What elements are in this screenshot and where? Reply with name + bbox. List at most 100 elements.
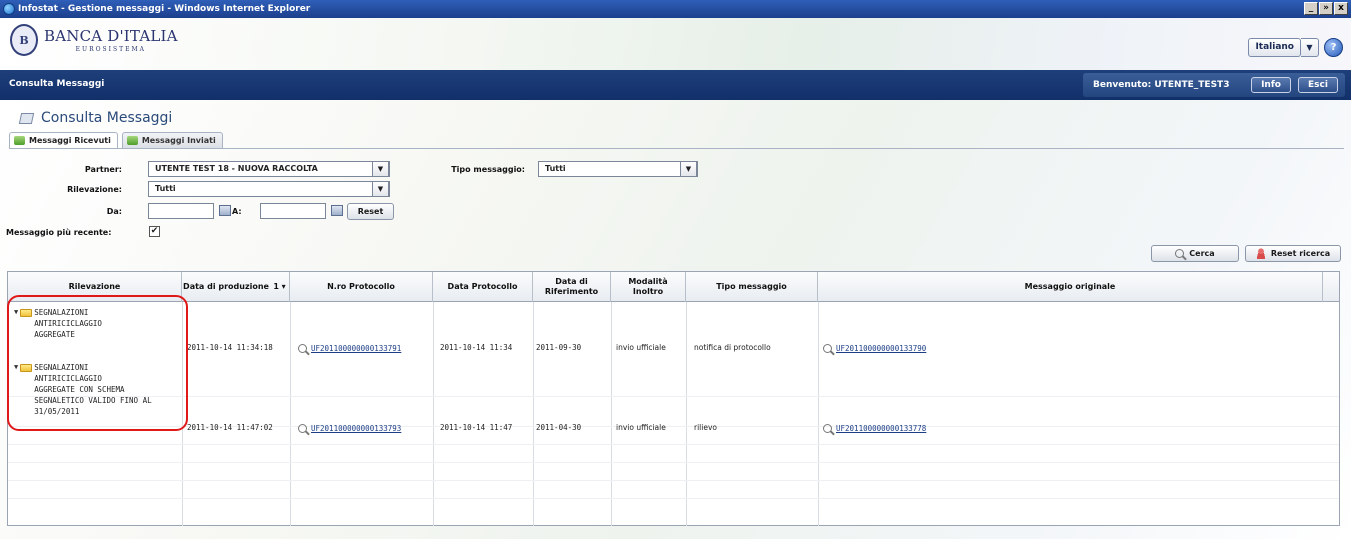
bank-logo[interactable]: B BANCA D'ITALIA EUROSISTEMA (10, 24, 178, 56)
messages-table: Rilevazione Data di produzione 1 ▾ N.ro … (7, 271, 1340, 526)
ie-icon (3, 3, 15, 15)
bank-seal-icon: B (10, 24, 38, 56)
language-value: Italiano (1248, 38, 1301, 57)
exit-button[interactable]: Esci (1298, 77, 1338, 93)
user-reset-icon (1255, 248, 1266, 259)
tab-messaggi-ricevuti[interactable]: Messaggi Ricevuti (9, 132, 118, 148)
originale-link[interactable]: UF201100000000133778 (823, 424, 926, 433)
nav-title: Consulta Messaggi (9, 79, 105, 89)
brand-subtitle: EUROSISTEMA (75, 45, 146, 53)
row-divider (8, 396, 1339, 397)
user-box: Benvenuto: UTENTE_TEST3 Info Esci (1083, 73, 1345, 97)
chevron-down-icon[interactable]: ▼ (372, 181, 389, 197)
recent-message-label: Messaggio più recente: (6, 228, 112, 237)
search-icon (298, 344, 307, 353)
tab-label: Messaggi Inviati (141, 135, 216, 145)
search-icon (823, 424, 832, 433)
search-icon (1175, 249, 1185, 258)
search-button[interactable]: Cerca (1151, 245, 1239, 262)
da-date-input[interactable] (148, 203, 214, 219)
column-divider (818, 302, 819, 526)
column-divider (433, 302, 434, 526)
calendar-icon[interactable] (219, 205, 231, 216)
info-button[interactable]: Info (1251, 77, 1291, 93)
nav-bar: Consulta Messaggi Benvenuto: UTENTE_TEST… (0, 70, 1351, 100)
inbox-icon (14, 136, 25, 145)
column-header-modalita[interactable]: Modalità Inoltro (611, 272, 686, 302)
row-divider (8, 498, 1339, 499)
tipo-messaggio-select[interactable]: Tutti ▼ (538, 161, 698, 177)
tipo-cell: rilievo (694, 423, 717, 432)
window-title: Infostat - Gestione messaggi - Windows I… (18, 4, 311, 14)
column-header-tipo[interactable]: Tipo messaggio (686, 272, 818, 302)
tipo-cell: notifica di protocollo (694, 343, 771, 352)
originale-text: UF201100000000133790 (836, 344, 927, 353)
row-divider (8, 462, 1339, 463)
column-divider (533, 302, 534, 526)
restore-button[interactable]: » (1319, 2, 1333, 15)
column-header-data-produzione[interactable]: Data di produzione (182, 272, 270, 302)
reset-search-label: Reset ricerca (1270, 249, 1331, 258)
tab-bar: Messaggi Ricevuti Messaggi Inviati (9, 132, 223, 148)
close-button[interactable]: x (1334, 2, 1348, 15)
search-icon (298, 424, 307, 433)
partner-select[interactable]: UTENTE TEST 18 - NUOVA RACCOLTA ▼ (148, 161, 390, 177)
protocollo-text: UF201100000000133793 (311, 424, 402, 433)
recent-message-checkbox[interactable]: ✔ (149, 226, 160, 237)
column-divider (686, 302, 687, 526)
chevron-down-icon[interactable]: ▼ (1301, 38, 1319, 57)
highlight-annotation (7, 295, 188, 431)
app-header: B BANCA D'ITALIA EUROSISTEMA Italiano ▼ … (0, 18, 1351, 70)
page-title-text: Consulta Messaggi (41, 110, 173, 126)
originale-text: UF201100000000133778 (836, 424, 927, 433)
message-icon (18, 112, 35, 124)
tab-divider (9, 148, 1344, 149)
data-produzione-cell: 2011-10-14 11:34:18 (187, 343, 273, 352)
column-header-data-protocollo[interactable]: Data Protocollo (433, 272, 533, 302)
language-select[interactable]: Italiano ▼ (1248, 38, 1319, 57)
modalita-cell: invio ufficiale (616, 343, 666, 352)
column-header-protocollo[interactable]: N.ro Protocollo (290, 272, 433, 302)
data-protocollo-cell: 2011-10-14 11:47 (440, 423, 513, 432)
modalita-cell: invio ufficiale (616, 423, 666, 432)
rilevazione-select[interactable]: Tutti ▼ (148, 181, 390, 197)
data-produzione-cell: 2011-10-14 11:47:02 (187, 423, 273, 432)
tab-messaggi-inviati[interactable]: Messaggi Inviati (121, 132, 223, 148)
welcome-text: Benvenuto: UTENTE_TEST3 (1093, 80, 1230, 90)
rilevazione-value: Tutti (155, 184, 176, 193)
minimize-button[interactable]: _ (1304, 2, 1318, 15)
table-header: Rilevazione Data di produzione 1 ▾ N.ro … (8, 272, 1339, 302)
tab-label: Messaggi Ricevuti (29, 135, 111, 145)
a-date-input[interactable] (260, 203, 326, 219)
window-title-bar: Infostat - Gestione messaggi - Windows I… (0, 0, 1351, 18)
main-content: Consulta Messaggi Messaggi Ricevuti Mess… (0, 100, 1351, 539)
tipo-messaggio-value: Tutti (545, 164, 566, 173)
sort-indicator-icon[interactable]: 1 ▾ (270, 272, 290, 302)
protocollo-text: UF201100000000133791 (311, 344, 402, 353)
row-divider (8, 444, 1339, 445)
column-divider (290, 302, 291, 526)
column-header-originale[interactable]: Messaggio originale (818, 272, 1323, 302)
page-title: Consulta Messaggi (18, 110, 173, 126)
protocollo-link[interactable]: UF201100000000133793 (298, 424, 401, 433)
calendar-icon[interactable] (331, 205, 343, 216)
originale-link[interactable]: UF201100000000133790 (823, 344, 926, 353)
chevron-down-icon[interactable]: ▼ (680, 161, 697, 177)
column-header-data-riferimento[interactable]: Data di Riferimento (533, 272, 611, 302)
chevron-down-icon[interactable]: ▼ (372, 161, 389, 177)
column-divider (611, 302, 612, 526)
rilevazione-label: Rilevazione: (67, 185, 122, 194)
reset-search-button[interactable]: Reset ricerca (1245, 245, 1341, 262)
data-protocollo-cell: 2011-10-14 11:34 (440, 343, 513, 352)
protocollo-link[interactable]: UF201100000000133791 (298, 344, 401, 353)
data-riferimento-cell: 2011-09-30 (536, 343, 582, 352)
a-label: A: (232, 207, 242, 216)
row-divider (8, 480, 1339, 481)
reset-dates-button[interactable]: Reset (347, 203, 394, 220)
da-label: Da: (106, 207, 122, 216)
help-icon[interactable]: ? (1324, 38, 1343, 57)
brand-name: BANCA D'ITALIA (44, 26, 178, 45)
partner-value: UTENTE TEST 18 - NUOVA RACCOLTA (155, 164, 318, 173)
search-icon (823, 344, 832, 353)
outbox-icon (126, 136, 138, 145)
